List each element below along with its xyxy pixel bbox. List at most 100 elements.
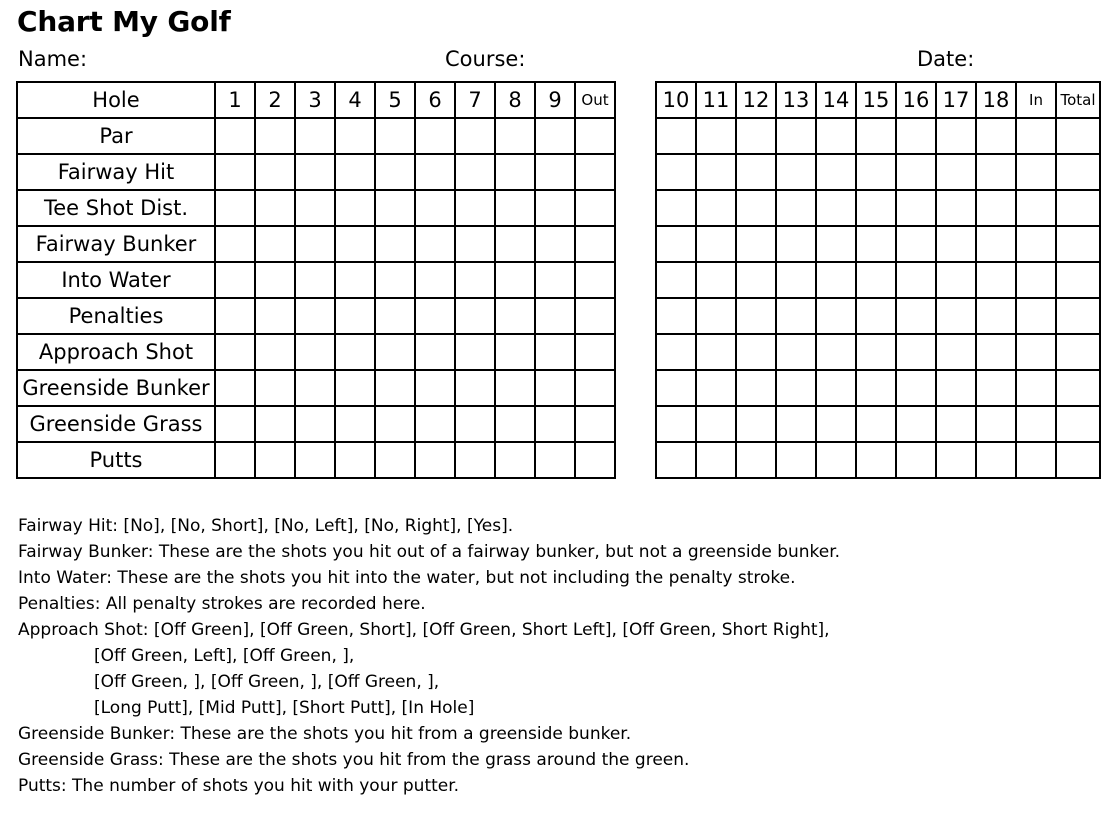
cell-penalties-hole-2[interactable]: [254, 297, 296, 335]
cell-par-in[interactable]: [1015, 117, 1057, 155]
cell-into-water-hole-10[interactable]: [655, 261, 697, 299]
cell-fairway-bunker-hole-18[interactable]: [975, 225, 1017, 263]
cell-tee-shot-dist-out[interactable]: [574, 189, 616, 227]
cell-greenside-grass-hole-14[interactable]: [815, 405, 857, 443]
cell-approach-shot-hole-3[interactable]: [294, 333, 336, 371]
cell-greenside-bunker-hole-8[interactable]: [494, 369, 536, 407]
cell-greenside-grass-hole-16[interactable]: [895, 405, 937, 443]
cell-fairway-bunker-hole-3[interactable]: [294, 225, 336, 263]
cell-fairway-hit-total[interactable]: [1055, 153, 1101, 191]
cell-greenside-grass-hole-8[interactable]: [494, 405, 536, 443]
cell-par-total[interactable]: [1055, 117, 1101, 155]
cell-approach-shot-hole-8[interactable]: [494, 333, 536, 371]
cell-fairway-bunker-out[interactable]: [574, 225, 616, 263]
cell-par-hole-15[interactable]: [855, 117, 897, 155]
cell-putts-hole-3[interactable]: [294, 441, 336, 479]
cell-into-water-hole-18[interactable]: [975, 261, 1017, 299]
cell-approach-shot-hole-6[interactable]: [414, 333, 456, 371]
cell-tee-shot-dist-hole-9[interactable]: [534, 189, 576, 227]
cell-greenside-bunker-hole-15[interactable]: [855, 369, 897, 407]
cell-fairway-hit-in[interactable]: [1015, 153, 1057, 191]
cell-greenside-grass-hole-2[interactable]: [254, 405, 296, 443]
cell-fairway-hit-hole-13[interactable]: [775, 153, 817, 191]
cell-fairway-bunker-hole-15[interactable]: [855, 225, 897, 263]
cell-tee-shot-dist-hole-11[interactable]: [695, 189, 737, 227]
cell-approach-shot-hole-1[interactable]: [214, 333, 256, 371]
cell-greenside-grass-hole-12[interactable]: [735, 405, 777, 443]
cell-greenside-bunker-hole-9[interactable]: [534, 369, 576, 407]
cell-fairway-hit-hole-8[interactable]: [494, 153, 536, 191]
cell-putts-out[interactable]: [574, 441, 616, 479]
cell-greenside-bunker-in[interactable]: [1015, 369, 1057, 407]
cell-greenside-grass-hole-18[interactable]: [975, 405, 1017, 443]
cell-approach-shot-total[interactable]: [1055, 333, 1101, 371]
cell-greenside-bunker-hole-5[interactable]: [374, 369, 416, 407]
cell-par-hole-17[interactable]: [935, 117, 977, 155]
cell-into-water-hole-8[interactable]: [494, 261, 536, 299]
cell-into-water-hole-3[interactable]: [294, 261, 336, 299]
cell-greenside-grass-hole-13[interactable]: [775, 405, 817, 443]
cell-fairway-bunker-hole-5[interactable]: [374, 225, 416, 263]
cell-penalties-hole-8[interactable]: [494, 297, 536, 335]
cell-par-hole-3[interactable]: [294, 117, 336, 155]
cell-greenside-grass-hole-9[interactable]: [534, 405, 576, 443]
cell-fairway-hit-hole-15[interactable]: [855, 153, 897, 191]
cell-tee-shot-dist-in[interactable]: [1015, 189, 1057, 227]
cell-tee-shot-dist-hole-1[interactable]: [214, 189, 256, 227]
cell-fairway-hit-hole-7[interactable]: [454, 153, 496, 191]
cell-approach-shot-hole-9[interactable]: [534, 333, 576, 371]
cell-greenside-grass-hole-6[interactable]: [414, 405, 456, 443]
cell-fairway-bunker-hole-2[interactable]: [254, 225, 296, 263]
cell-fairway-hit-hole-4[interactable]: [334, 153, 376, 191]
cell-fairway-bunker-hole-14[interactable]: [815, 225, 857, 263]
cell-par-out[interactable]: [574, 117, 616, 155]
cell-tee-shot-dist-hole-3[interactable]: [294, 189, 336, 227]
cell-approach-shot-hole-14[interactable]: [815, 333, 857, 371]
cell-putts-hole-7[interactable]: [454, 441, 496, 479]
cell-approach-shot-hole-2[interactable]: [254, 333, 296, 371]
cell-par-hole-8[interactable]: [494, 117, 536, 155]
cell-tee-shot-dist-hole-12[interactable]: [735, 189, 777, 227]
cell-penalties-hole-11[interactable]: [695, 297, 737, 335]
cell-fairway-hit-hole-1[interactable]: [214, 153, 256, 191]
cell-tee-shot-dist-hole-2[interactable]: [254, 189, 296, 227]
cell-greenside-bunker-hole-14[interactable]: [815, 369, 857, 407]
cell-fairway-hit-hole-12[interactable]: [735, 153, 777, 191]
cell-into-water-hole-1[interactable]: [214, 261, 256, 299]
cell-penalties-hole-17[interactable]: [935, 297, 977, 335]
cell-putts-hole-18[interactable]: [975, 441, 1017, 479]
cell-into-water-hole-11[interactable]: [695, 261, 737, 299]
cell-approach-shot-hole-15[interactable]: [855, 333, 897, 371]
cell-greenside-grass-hole-11[interactable]: [695, 405, 737, 443]
cell-fairway-bunker-hole-4[interactable]: [334, 225, 376, 263]
cell-putts-hole-13[interactable]: [775, 441, 817, 479]
cell-penalties-hole-5[interactable]: [374, 297, 416, 335]
cell-putts-hole-10[interactable]: [655, 441, 697, 479]
cell-par-hole-10[interactable]: [655, 117, 697, 155]
cell-into-water-hole-4[interactable]: [334, 261, 376, 299]
cell-approach-shot-hole-7[interactable]: [454, 333, 496, 371]
cell-par-hole-5[interactable]: [374, 117, 416, 155]
cell-penalties-in[interactable]: [1015, 297, 1057, 335]
cell-penalties-hole-4[interactable]: [334, 297, 376, 335]
cell-penalties-hole-15[interactable]: [855, 297, 897, 335]
cell-into-water-hole-14[interactable]: [815, 261, 857, 299]
cell-approach-shot-out[interactable]: [574, 333, 616, 371]
cell-approach-shot-hole-18[interactable]: [975, 333, 1017, 371]
cell-par-hole-16[interactable]: [895, 117, 937, 155]
cell-tee-shot-dist-hole-8[interactable]: [494, 189, 536, 227]
cell-putts-in[interactable]: [1015, 441, 1057, 479]
cell-tee-shot-dist-hole-13[interactable]: [775, 189, 817, 227]
cell-into-water-in[interactable]: [1015, 261, 1057, 299]
cell-fairway-bunker-hole-16[interactable]: [895, 225, 937, 263]
cell-into-water-hole-15[interactable]: [855, 261, 897, 299]
cell-approach-shot-in[interactable]: [1015, 333, 1057, 371]
cell-penalties-total[interactable]: [1055, 297, 1101, 335]
cell-into-water-hole-2[interactable]: [254, 261, 296, 299]
cell-approach-shot-hole-4[interactable]: [334, 333, 376, 371]
cell-greenside-bunker-hole-17[interactable]: [935, 369, 977, 407]
cell-putts-hole-8[interactable]: [494, 441, 536, 479]
cell-penalties-hole-3[interactable]: [294, 297, 336, 335]
cell-par-hole-4[interactable]: [334, 117, 376, 155]
cell-greenside-bunker-hole-6[interactable]: [414, 369, 456, 407]
